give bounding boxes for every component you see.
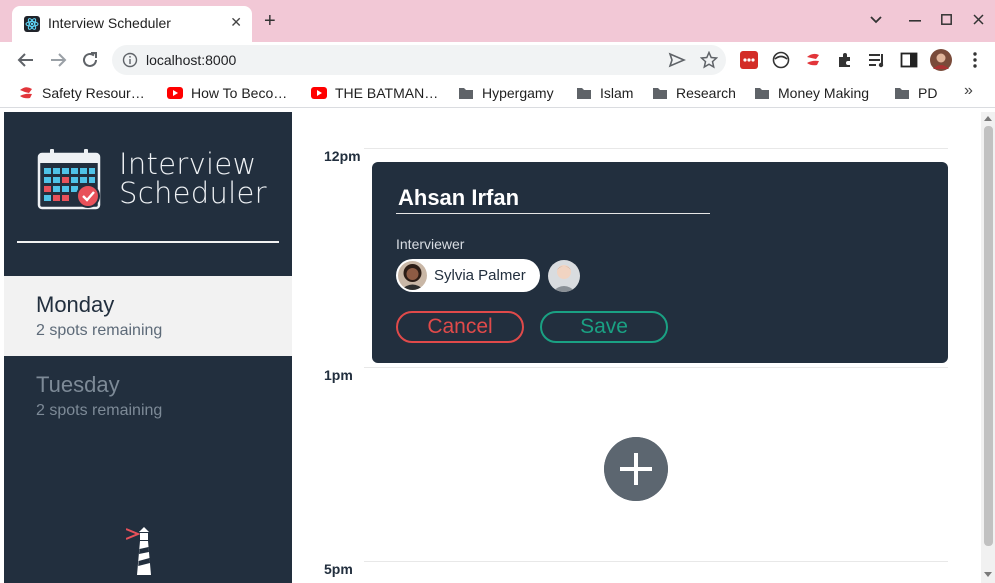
save-button[interactable]: Save — [540, 311, 668, 343]
appointment-list: 12pm Interviewer Sylvia Palmer — [292, 112, 981, 583]
scroll-down-arrow-icon[interactable] — [984, 572, 992, 577]
folder-icon — [577, 88, 591, 99]
site-info-icon[interactable] — [122, 52, 138, 68]
interviewer-label: Interviewer — [396, 236, 465, 252]
side-panel-icon[interactable] — [900, 51, 918, 69]
reload-icon[interactable] — [79, 49, 101, 71]
bookmarks-overflow-button[interactable]: » — [964, 82, 973, 100]
lastpass-extension-icon[interactable] — [740, 51, 758, 69]
bookmark-label: Hypergamy — [482, 85, 554, 101]
appointment-time-slot: 5pm — [324, 561, 948, 581]
bookmark-label: THE BATMAN… — [335, 85, 439, 101]
bookmark-label: Islam — [600, 85, 634, 101]
new-tab-button[interactable]: + — [264, 11, 276, 31]
day-name: Monday — [36, 292, 115, 317]
folder-icon — [755, 88, 769, 99]
time-label: 1pm — [324, 367, 353, 383]
browser-tab-strip: Interview Scheduler ✕ + — [0, 0, 995, 42]
minimize-icon[interactable] — [909, 20, 921, 22]
extensions-puzzle-icon[interactable] — [836, 51, 854, 69]
media-queue-icon[interactable] — [868, 51, 886, 69]
app-title: Interview Scheduler — [119, 150, 267, 208]
bookmark-folder[interactable]: Islam — [576, 84, 633, 102]
day-item-monday[interactable]: Monday 2 spots remaining — [4, 276, 292, 356]
folder-icon — [459, 88, 473, 99]
extension-face-icon[interactable] — [772, 51, 790, 69]
bookmark-label: How To Beco… — [191, 85, 288, 101]
student-name-input[interactable] — [396, 182, 710, 214]
app-title-line1: Interview — [119, 147, 257, 181]
folder-icon — [653, 88, 667, 99]
cancel-button[interactable]: Cancel — [396, 311, 524, 343]
bookmark-label: PD — [918, 85, 938, 101]
app-viewport: Interview Scheduler Monday 2 spots remai… — [0, 112, 995, 583]
interviewer-item-selected[interactable]: Sylvia Palmer — [396, 259, 540, 292]
tab-search-chevron-icon[interactable] — [870, 16, 882, 24]
send-icon[interactable] — [668, 52, 686, 68]
time-separator — [364, 148, 948, 149]
tab-title: Interview Scheduler — [48, 15, 171, 31]
bookmark-star-icon[interactable] — [700, 51, 718, 69]
profile-avatar[interactable] — [930, 49, 952, 71]
day-name: Tuesday — [36, 372, 120, 397]
sidebar-divider — [17, 241, 279, 243]
browser-menu-icon[interactable] — [966, 51, 984, 69]
url-text: localhost:8000 — [146, 52, 237, 68]
browser-toolbar: localhost:8000 — [0, 42, 995, 78]
bookmark-folder[interactable]: Hypergamy — [458, 84, 554, 102]
day-spots: 2 spots remaining — [36, 402, 163, 419]
back-arrow-icon[interactable] — [15, 49, 37, 71]
calendar-logo-icon — [37, 149, 101, 210]
bookmark-item[interactable]: How To Beco… — [167, 84, 287, 102]
interviewer-avatar[interactable] — [548, 260, 580, 292]
app-title-line2: Scheduler — [119, 176, 267, 210]
bookmark-folder[interactable]: Research — [652, 84, 736, 102]
bookmark-label: Safety Resour… — [42, 85, 145, 101]
bookmarks-bar: Safety Resour… How To Beco… THE BATMAN… … — [0, 78, 995, 108]
youtube-icon — [311, 87, 327, 99]
lighthouse-logo-icon — [126, 527, 151, 575]
youtube-icon — [167, 87, 183, 99]
bookmark-folder[interactable]: PD — [894, 84, 937, 102]
time-label: 5pm — [324, 561, 353, 577]
bookmark-red-icon — [20, 87, 32, 99]
interviewer-name: Sylvia Palmer — [434, 267, 526, 284]
maximize-icon[interactable] — [941, 14, 952, 25]
tab-close-icon[interactable]: ✕ — [230, 14, 242, 31]
appointment-form: Interviewer Sylvia Palmer Cancel Save — [372, 162, 948, 363]
folder-icon — [895, 88, 909, 99]
time-separator — [364, 561, 948, 562]
address-bar[interactable]: localhost:8000 — [112, 45, 726, 75]
extension-red-icon[interactable] — [804, 51, 822, 69]
scroll-up-arrow-icon[interactable] — [984, 116, 992, 121]
time-label: 12pm — [324, 148, 361, 164]
page-scrollbar[interactable] — [981, 112, 995, 583]
day-spots: 2 spots remaining — [36, 322, 163, 339]
add-appointment-button[interactable] — [604, 437, 668, 501]
time-separator — [364, 367, 948, 368]
browser-tab[interactable]: Interview Scheduler ✕ — [12, 6, 252, 42]
bookmark-item[interactable]: THE BATMAN… — [311, 84, 438, 102]
appointment-time-slot: 1pm — [324, 367, 948, 387]
bookmark-label: Research — [676, 85, 736, 101]
bookmark-label: Money Making — [778, 85, 870, 101]
interviewer-avatar — [398, 261, 427, 290]
forward-arrow-icon[interactable] — [47, 49, 69, 71]
day-item-tuesday[interactable]: Tuesday 2 spots remaining — [4, 356, 292, 436]
bookmark-item[interactable]: Safety Resour… — [18, 84, 145, 102]
scrollbar-thumb[interactable] — [984, 126, 993, 546]
bookmark-folder[interactable]: Money Making — [754, 84, 869, 102]
close-window-icon[interactable] — [973, 14, 984, 25]
react-logo-icon — [24, 16, 40, 32]
sidebar: Interview Scheduler Monday 2 spots remai… — [4, 112, 292, 583]
